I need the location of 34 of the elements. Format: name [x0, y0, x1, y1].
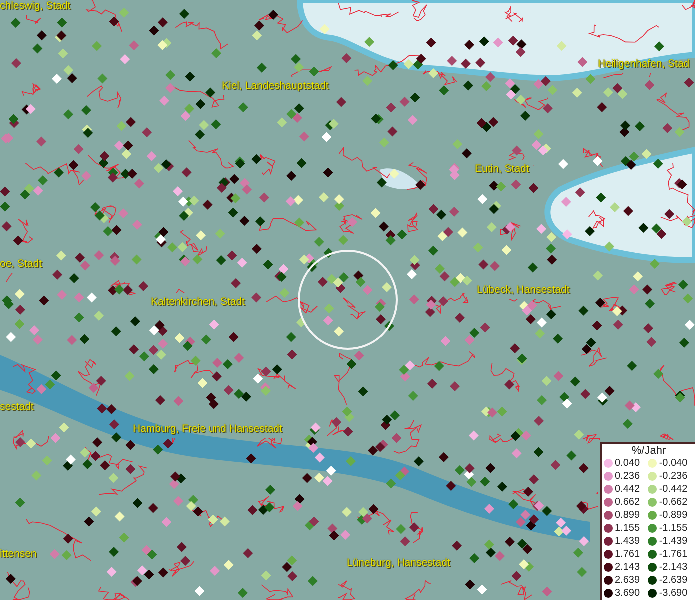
- legend-value: 0.236: [615, 470, 640, 483]
- place-label: oe, Stadt: [0, 258, 42, 270]
- place-label: ittensen: [0, 548, 37, 560]
- legend-value: -0.236: [659, 470, 688, 483]
- legend-value: -0.662: [659, 496, 688, 509]
- legend-value: -0.040: [659, 457, 688, 470]
- legend-value: 0.040: [615, 457, 640, 470]
- place-label: Kiel, Landeshauptstadt: [222, 80, 329, 92]
- place-label: Lübeck, Hansestadt: [477, 284, 570, 296]
- legend-value: -2.143: [659, 561, 688, 574]
- legend-value: 0.899: [615, 509, 640, 522]
- legend-value: 2.639: [615, 574, 640, 587]
- legend-value: 1.439: [615, 535, 640, 548]
- legend-value: -1.439: [659, 535, 688, 548]
- place-label: Lüneburg, Hansestadt: [347, 557, 450, 569]
- legend-value: -2.639: [659, 574, 688, 587]
- place-label: Eutin, Stadt: [475, 163, 530, 175]
- legend-value: -0.899: [659, 509, 688, 522]
- legend-title: %/Jahr: [630, 445, 668, 457]
- place-label: Heiligenhafen, Stad: [598, 58, 690, 70]
- legend-value: -1.761: [659, 548, 688, 561]
- legend-value: 3.690: [615, 587, 640, 600]
- legend-value: -3.690: [659, 587, 688, 600]
- legend-value: 1.155: [615, 522, 640, 535]
- place-label: chleswig, Stadt: [0, 0, 71, 12]
- legend-value: -0.442: [659, 483, 688, 496]
- place-label: sestadt: [0, 401, 34, 413]
- legend-value: 0.662: [615, 496, 640, 509]
- place-label: Hamburg, Freie und Hansestadt: [133, 423, 282, 435]
- legend-value: 1.761: [615, 548, 640, 561]
- legend-value: 0.442: [615, 483, 640, 496]
- legend-value: -1.155: [659, 522, 688, 535]
- place-label: Kaltenkirchen, Stadt: [151, 296, 245, 308]
- legend-value: 2.143: [615, 561, 640, 574]
